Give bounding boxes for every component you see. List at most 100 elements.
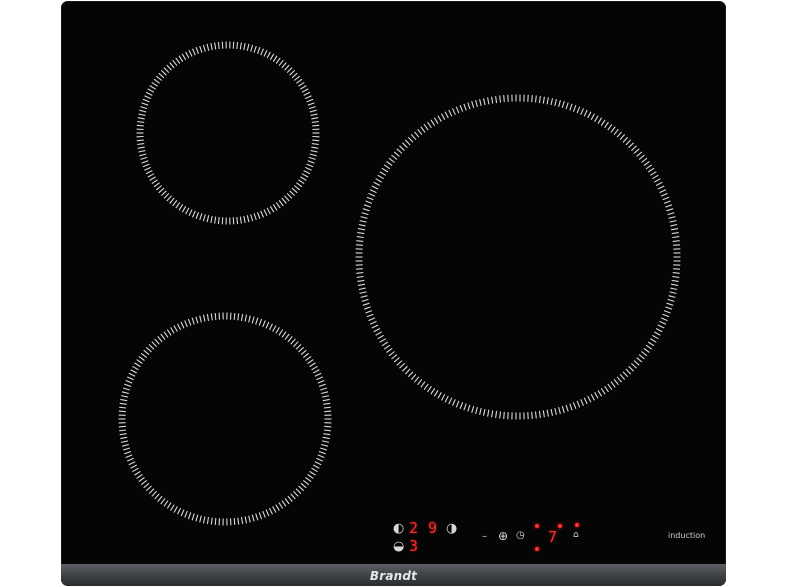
zone-ring-tick	[475, 99, 478, 108]
zone-ring-tick	[178, 55, 184, 62]
zone-ring-tick	[122, 447, 130, 451]
zone-ring-tick	[258, 512, 263, 520]
zone-ring-tick	[244, 314, 248, 322]
zone-ring-tick	[355, 244, 363, 246]
zone-ring-tick	[233, 312, 236, 320]
zone-ring-tick	[314, 372, 322, 377]
lock-icon[interactable]: ⌂	[573, 531, 579, 540]
zone-ring-tick	[191, 210, 196, 218]
zone-ring-tick	[381, 167, 389, 173]
zone-ring-tick	[410, 373, 417, 380]
zone-ring-tick	[503, 95, 505, 103]
zone-ring-tick	[386, 347, 393, 353]
zone-ring-tick	[148, 344, 155, 350]
zone-ring-tick	[423, 383, 429, 391]
zone-ring-tick	[542, 96, 545, 104]
zone-ring-tick	[561, 101, 565, 109]
zone-ring-tick	[652, 334, 659, 340]
zone-ring-tick	[487, 97, 490, 105]
zone-ring-tick	[463, 403, 467, 411]
zone-ring-tick	[393, 357, 400, 363]
zone-ring-tick	[240, 313, 244, 321]
zone-ring-tick	[145, 91, 153, 96]
zone-ring-tick	[662, 313, 670, 318]
zone-ring-tick	[309, 362, 316, 368]
zone-ring-tick	[149, 85, 156, 90]
zone-select-right-icon[interactable]: ◑	[446, 522, 457, 535]
indicator-dot	[558, 524, 562, 528]
zone-ring-tick	[377, 334, 384, 340]
zone-ring-tick	[311, 365, 318, 371]
zone-ring-tick	[298, 346, 305, 353]
zone-ring-tick	[173, 325, 178, 332]
zone-ring-tick	[365, 200, 373, 204]
zone-ring-tick	[641, 351, 648, 357]
zone-ring-tick	[430, 388, 436, 395]
zone-ring-tick	[538, 96, 541, 104]
zone-ring-tick	[546, 409, 549, 417]
indicator-dot	[535, 524, 539, 528]
zone-ring-tick	[455, 400, 460, 408]
zone-ring-tick	[459, 402, 464, 409]
zone-ring-tick	[256, 212, 261, 219]
zone-ring-tick	[307, 359, 314, 364]
zone-ring-tick	[607, 383, 613, 391]
zone-ring-tick	[214, 42, 217, 50]
zone-ring-tick	[375, 331, 382, 336]
zone-ring-tick	[233, 518, 236, 526]
zone-ring-tick	[386, 161, 393, 167]
zone-ring-tick	[214, 518, 217, 526]
zone-ring-tick	[184, 320, 188, 328]
zone-ring-tick	[307, 160, 315, 164]
zone-ring-tick	[295, 488, 302, 494]
zone-ring-tick	[359, 220, 367, 223]
zone-ring-tick	[312, 139, 320, 142]
zone-ring-tick	[262, 510, 266, 518]
zone-ring-tick	[622, 371, 629, 378]
zone-ring-tick	[260, 48, 265, 56]
zone-ring-tick	[157, 336, 163, 343]
zone-ring-tick	[130, 464, 138, 469]
zone-ring-tick	[404, 139, 411, 146]
zone-ring-tick	[357, 283, 365, 286]
zone-ring-tick	[298, 179, 305, 185]
zone-select-top-icon[interactable]: ◐	[393, 522, 404, 535]
zone-ring-tick	[244, 516, 248, 524]
zone-ring-tick	[181, 205, 187, 213]
zone-ring-tick	[467, 404, 471, 412]
timer-clock-icon[interactable]: ◷	[516, 531, 525, 541]
zone-ring-tick	[660, 192, 668, 197]
minus-button[interactable]: –	[482, 532, 487, 542]
zone-ring-tick	[281, 62, 287, 69]
zone-ring-tick	[284, 64, 290, 71]
zone-ring-tick	[153, 182, 160, 188]
zone-ring-tick	[587, 111, 592, 119]
zone-ring-tick	[239, 42, 242, 50]
zone-ring-tick	[177, 507, 182, 515]
zone-ring-tick	[166, 502, 172, 509]
zone-ring-tick	[248, 515, 251, 523]
zone-ring-tick	[300, 85, 307, 90]
zone-ring-tick	[268, 507, 273, 515]
zone-ring-tick	[184, 510, 188, 518]
zone-ring-tick	[499, 95, 502, 103]
zone-ring-tick	[580, 399, 585, 406]
zone-ring-tick	[572, 105, 577, 112]
zone-ring-tick	[655, 181, 663, 186]
zone-ring-tick	[417, 378, 423, 386]
zone-ring-tick	[471, 405, 475, 413]
zone-ring-tick	[671, 283, 679, 286]
zone-ring-tick	[291, 187, 298, 194]
zone-ring-tick	[251, 316, 255, 324]
zone-ring-tick	[128, 372, 136, 377]
zone-ring-tick	[214, 312, 217, 320]
zone-ring-tick	[298, 81, 305, 87]
zone-ring-tick	[170, 504, 175, 511]
zone-ring-tick	[195, 316, 199, 324]
zone-ring-tick	[281, 500, 287, 507]
zone-ring-tick	[303, 170, 311, 175]
zone-ring-tick	[191, 513, 195, 521]
plus-button[interactable]: ⊕	[498, 530, 508, 542]
zone-select-bottom-icon[interactable]: ◒	[393, 540, 404, 553]
zone-ring-tick	[206, 517, 210, 525]
